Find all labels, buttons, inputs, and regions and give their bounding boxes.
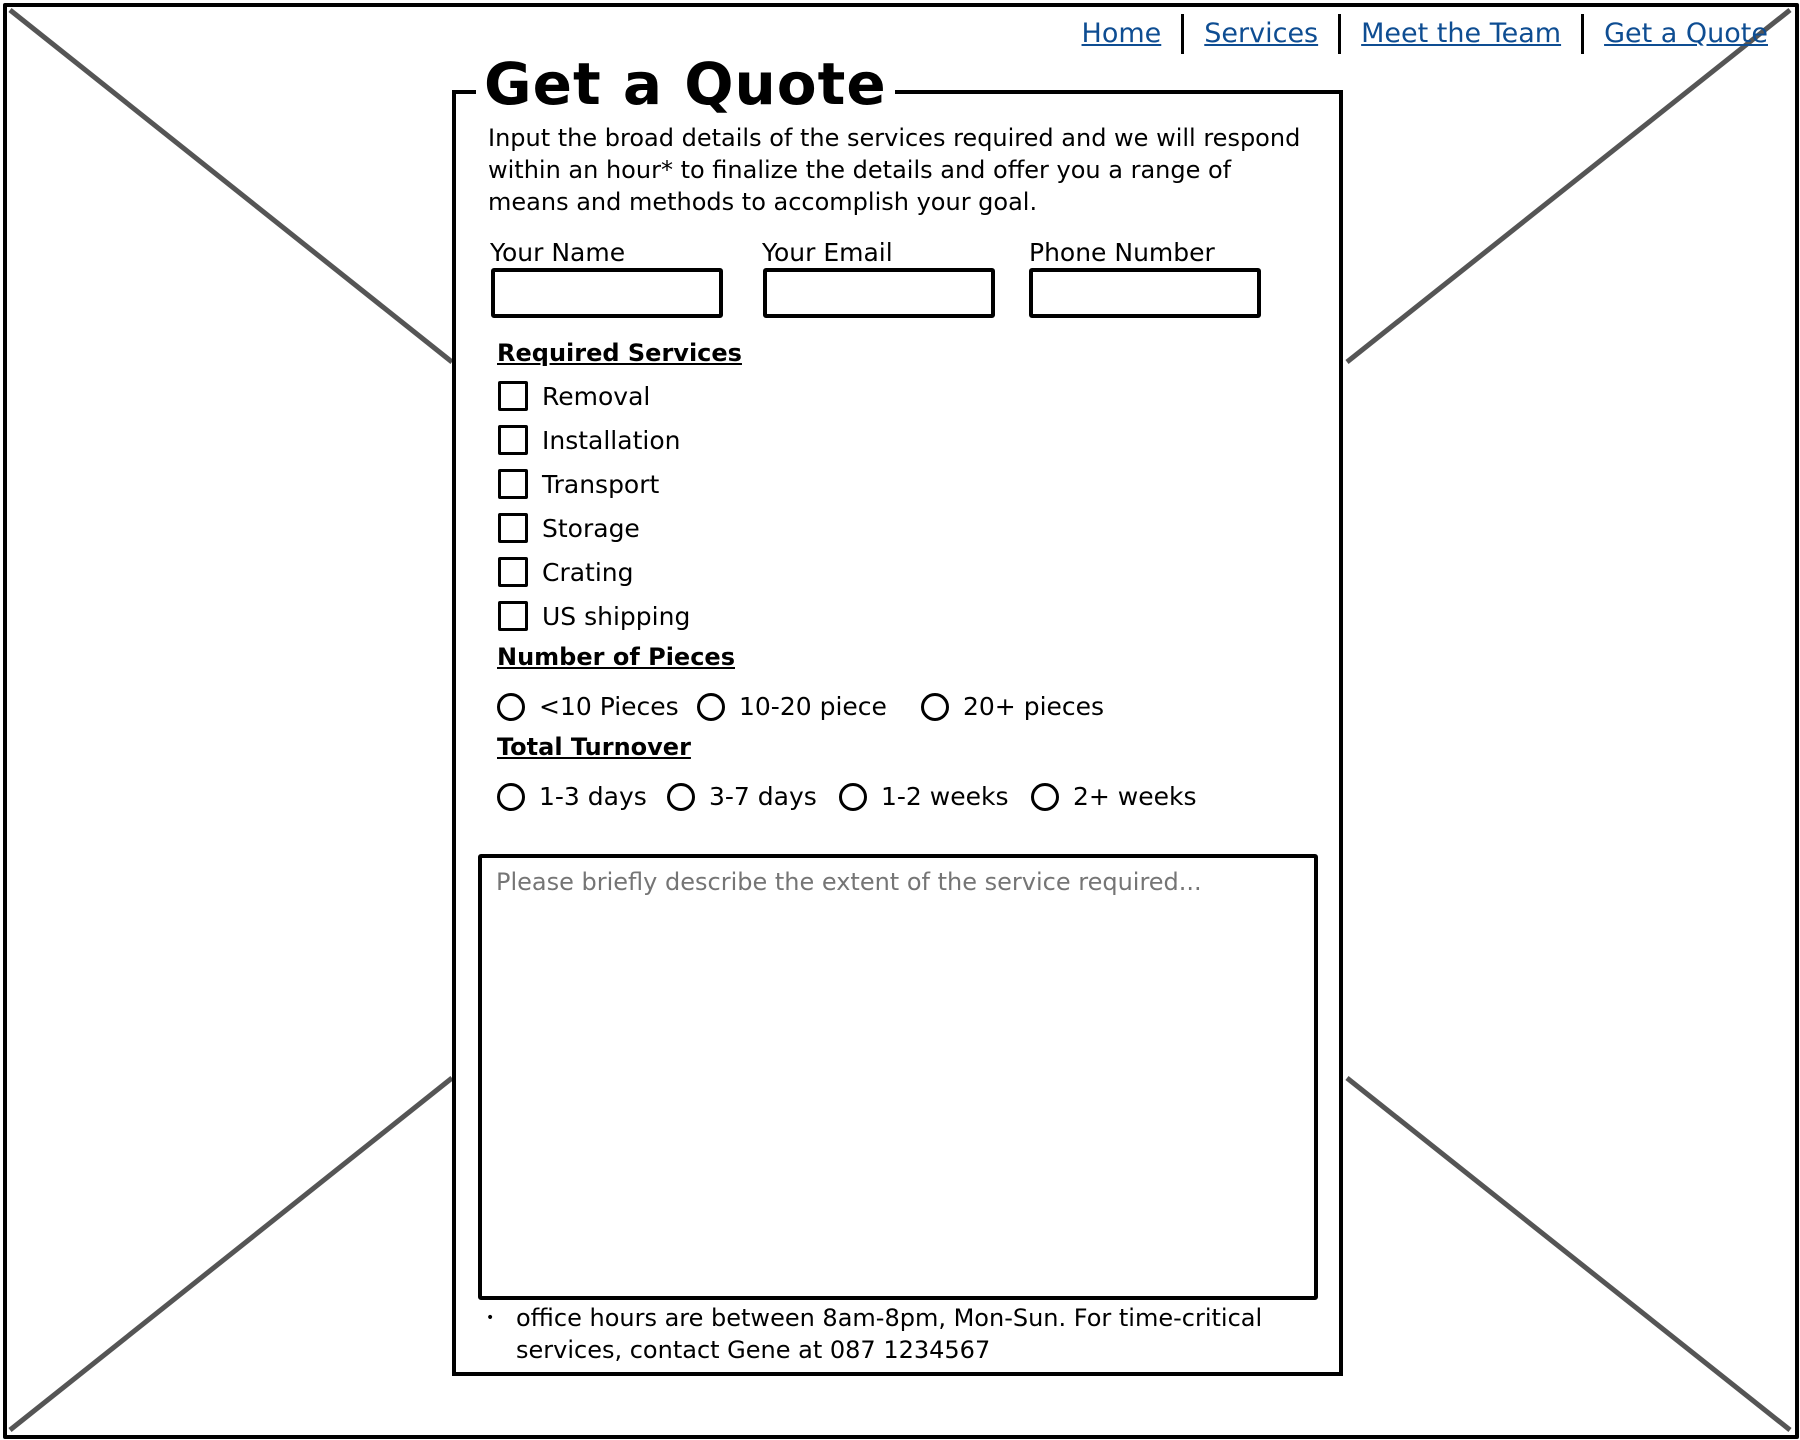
number-of-pieces-title: Number of Pieces bbox=[497, 643, 735, 671]
top-nav: Home Services Meet the Team Get a Quote bbox=[1062, 14, 1788, 54]
turnover-option-1-2-weeks[interactable]: 1-2 weeks bbox=[839, 782, 1009, 811]
turnover-option-3-7-days[interactable]: 3-7 days bbox=[667, 782, 817, 811]
service-option-removal[interactable]: Removal bbox=[498, 381, 650, 411]
turnover-option-2-plus-weeks[interactable]: 2+ weeks bbox=[1031, 782, 1197, 811]
office-hours-text: office hours are between 8am-8pm, Mon-Su… bbox=[516, 1304, 1263, 1364]
radio-button[interactable] bbox=[497, 692, 525, 721]
service-option-us-shipping[interactable]: US shipping bbox=[498, 601, 690, 631]
checkbox[interactable] bbox=[498, 381, 528, 411]
form-title: Get a Quote bbox=[476, 48, 895, 120]
email-field[interactable] bbox=[763, 268, 995, 318]
total-turnover-title: Total Turnover bbox=[497, 733, 691, 761]
service-option-label: Removal bbox=[542, 381, 651, 411]
radio-button[interactable] bbox=[497, 782, 525, 811]
turnover-option-label: 1-3 days bbox=[539, 782, 647, 811]
turnover-option-1-3-days[interactable]: 1-3 days bbox=[497, 782, 647, 811]
service-option-crating[interactable]: Crating bbox=[498, 557, 634, 587]
name-label: Your Name bbox=[490, 238, 626, 267]
service-option-label: Transport bbox=[542, 469, 660, 499]
service-option-storage[interactable]: Storage bbox=[498, 513, 640, 543]
service-option-label: Crating bbox=[542, 557, 634, 587]
service-option-transport[interactable]: Transport bbox=[498, 469, 659, 499]
checkbox[interactable] bbox=[498, 425, 528, 455]
phone-field[interactable] bbox=[1029, 268, 1261, 318]
pieces-option-10-20[interactable]: 10-20 piece bbox=[697, 692, 887, 721]
checkbox[interactable] bbox=[498, 469, 528, 499]
turnover-option-label: 1-2 weeks bbox=[881, 782, 1009, 811]
phone-label: Phone Number bbox=[1029, 238, 1215, 267]
checkbox[interactable] bbox=[498, 601, 528, 631]
bullet-icon: • bbox=[486, 1310, 495, 1326]
nav-link-home[interactable]: Home bbox=[1062, 14, 1182, 54]
service-option-label: US shipping bbox=[542, 601, 691, 631]
form-intro: Input the broad details of the services … bbox=[488, 124, 1301, 216]
name-field[interactable] bbox=[491, 268, 723, 318]
nav-link-get-a-quote[interactable]: Get a Quote bbox=[1584, 14, 1788, 54]
nav-link-services[interactable]: Services bbox=[1184, 14, 1338, 54]
radio-button[interactable] bbox=[697, 692, 725, 721]
email-label: Your Email bbox=[762, 238, 893, 267]
radio-button[interactable] bbox=[921, 692, 949, 721]
radio-button[interactable] bbox=[1031, 782, 1059, 811]
nav-link-meet-the-team[interactable]: Meet the Team bbox=[1341, 14, 1581, 54]
office-hours-note: • office hours are between 8am-8pm, Mon-… bbox=[486, 1302, 1266, 1366]
pieces-option-label: 20+ pieces bbox=[963, 692, 1105, 721]
pieces-option-20-plus[interactable]: 20+ pieces bbox=[921, 692, 1104, 721]
radio-button[interactable] bbox=[839, 782, 867, 811]
service-option-label: Storage bbox=[542, 513, 640, 543]
service-option-installation[interactable]: Installation bbox=[498, 425, 680, 455]
pieces-option-label: <10 Pieces bbox=[539, 692, 679, 721]
turnover-option-label: 2+ weeks bbox=[1073, 782, 1197, 811]
service-description-textarea[interactable] bbox=[478, 854, 1318, 1300]
required-services-title: Required Services bbox=[497, 339, 742, 367]
pieces-option-label: 10-20 piece bbox=[739, 692, 887, 721]
radio-button[interactable] bbox=[667, 782, 695, 811]
checkbox[interactable] bbox=[498, 557, 528, 587]
turnover-option-label: 3-7 days bbox=[709, 782, 817, 811]
service-option-label: Installation bbox=[542, 425, 681, 455]
pieces-option-under-10[interactable]: <10 Pieces bbox=[497, 692, 679, 721]
checkbox[interactable] bbox=[498, 513, 528, 543]
